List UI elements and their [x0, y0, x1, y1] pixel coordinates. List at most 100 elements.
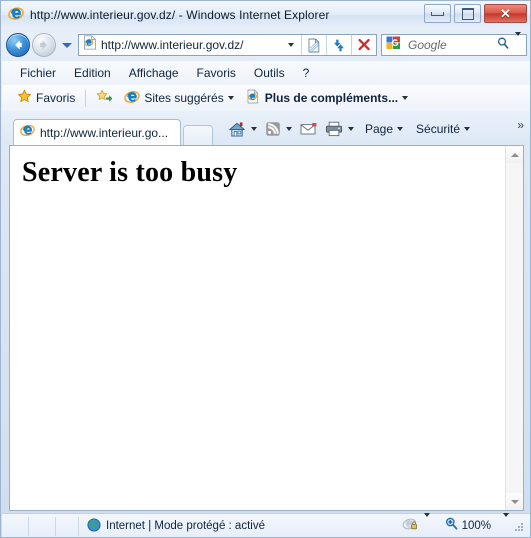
command-bar: Page Sécurité »: [225, 116, 530, 145]
close-icon: ✕: [500, 6, 511, 21]
menu-item-affichage[interactable]: Affichage: [120, 63, 188, 83]
page-viewport: Server is too busy: [9, 145, 524, 511]
window-title: http://www.interieur.gov.dz/ - Windows I…: [30, 8, 330, 22]
chevron-down-icon: [423, 513, 430, 534]
protected-mode-dropdown[interactable]: [423, 513, 430, 535]
magnifier-icon[interactable]: [491, 36, 515, 55]
page-menu-label: Page: [365, 122, 394, 136]
chevron-down-icon: [515, 32, 521, 53]
status-pane-2: [29, 516, 56, 536]
compatibility-view-icon: [308, 38, 320, 52]
scroll-down-button[interactable]: [506, 493, 523, 510]
add-to-favorites-icon: [96, 89, 113, 107]
home-icon[interactable]: [225, 121, 249, 138]
status-bar: Internet | Mode protégé : activé 100%: [2, 513, 530, 537]
ie-logo-icon: [20, 123, 35, 142]
menu-item-help[interactable]: ?: [294, 63, 319, 83]
chevron-up-icon: [510, 152, 519, 157]
title-bar: http://www.interieur.gov.dz/ - Windows I…: [1, 1, 530, 29]
search-provider-dropdown[interactable]: [515, 32, 526, 54]
close-button[interactable]: ✕: [484, 4, 527, 23]
maximize-icon: [461, 7, 474, 20]
rss-dropdown-button[interactable]: [285, 127, 296, 131]
browser-window: http://www.interieur.gov.dz/ - Windows I…: [0, 0, 531, 538]
forward-button[interactable]: [32, 33, 56, 57]
refresh-button[interactable]: [326, 35, 351, 55]
favorites-button[interactable]: Favoris: [11, 87, 81, 109]
tab-title: http://www.interieur.go...: [40, 125, 169, 140]
magnifier-plus-icon[interactable]: [444, 516, 459, 536]
forward-arrow-icon: [40, 40, 47, 50]
back-button[interactable]: [6, 33, 30, 57]
page-heading: Server is too busy: [22, 157, 238, 188]
ie-logo-icon: [124, 89, 141, 107]
star-icon: [17, 89, 32, 107]
maximize-button[interactable]: [454, 4, 481, 23]
chevron-down-icon: [397, 127, 404, 131]
recent-pages-dropdown[interactable]: [60, 39, 73, 52]
minimize-button[interactable]: [424, 4, 451, 23]
stop-button[interactable]: [351, 35, 376, 55]
suggested-sites-label: Sites suggérés: [144, 91, 224, 105]
window-controls: ✕: [424, 4, 527, 23]
chevron-down-icon: [510, 499, 519, 504]
suggested-sites-button[interactable]: Sites suggérés: [118, 87, 239, 109]
more-addons-button[interactable]: Plus de compléments...: [240, 87, 414, 109]
lock-icon[interactable]: [401, 516, 421, 537]
menu-item-edition[interactable]: Edition: [65, 63, 120, 83]
chevron-down-icon: [348, 127, 354, 131]
security-menu-label: Sécurité: [416, 122, 461, 136]
page-icon: [246, 89, 261, 107]
print-dropdown-button[interactable]: [347, 127, 358, 131]
address-dropdown-button[interactable]: [281, 43, 301, 47]
zoom-dropdown-button[interactable]: [503, 513, 509, 535]
scroll-up-button[interactable]: [506, 146, 523, 163]
back-arrow-icon: [15, 40, 22, 50]
status-pane-1: [2, 516, 29, 536]
page-menu-button[interactable]: Page: [359, 122, 409, 136]
refresh-icon: [334, 39, 344, 51]
new-tab-button[interactable]: [183, 125, 213, 145]
search-input[interactable]: [406, 35, 491, 55]
chevron-down-icon: [227, 96, 234, 100]
chevron-down-icon: [503, 513, 509, 534]
home-dropdown-button[interactable]: [250, 127, 261, 131]
printer-icon[interactable]: [322, 121, 346, 137]
page-content: Server is too busy: [10, 146, 505, 510]
chevron-down-icon: [288, 43, 294, 47]
chevron-down-icon: [402, 96, 409, 100]
security-zone-text: Internet | Mode protégé : activé: [106, 520, 265, 532]
menu-item-favoris[interactable]: Favoris: [188, 63, 245, 83]
favorites-label: Favoris: [36, 91, 76, 105]
minimize-icon: [431, 11, 444, 16]
divider: [85, 89, 87, 107]
chevron-down-icon: [464, 127, 471, 131]
mail-icon[interactable]: [297, 122, 321, 136]
address-bar[interactable]: http://www.interieur.gov.dz/: [78, 34, 377, 56]
more-addons-label: Plus de compléments...: [264, 91, 399, 105]
security-zone-indicator[interactable]: Internet | Mode protégé : activé: [79, 517, 265, 535]
compatibility-view-button[interactable]: [301, 35, 326, 55]
vertical-scrollbar[interactable]: [505, 146, 523, 510]
menu-item-fichier[interactable]: Fichier: [11, 63, 65, 83]
page-icon: [83, 35, 97, 55]
command-overflow-button[interactable]: »: [517, 116, 524, 132]
rss-feed-icon[interactable]: [262, 121, 284, 137]
tab-bar: http://www.interieur.go... Page Sécurité…: [2, 111, 530, 145]
address-url-text: http://www.interieur.gov.dz/: [101, 38, 244, 52]
status-right-group: 100%: [401, 513, 530, 537]
chevron-down-icon: [251, 127, 257, 131]
close-icon: [358, 38, 370, 51]
status-pane-3: [56, 516, 79, 536]
navigation-bar: http://www.interieur.gov.dz/: [1, 29, 530, 61]
security-menu-button[interactable]: Sécurité: [410, 122, 476, 136]
resize-grip-icon[interactable]: [515, 521, 525, 531]
tab-active[interactable]: http://www.interieur.go...: [13, 119, 181, 145]
menu-bar: Fichier Edition Affichage Favoris Outils…: [2, 61, 530, 85]
globe-icon: [87, 517, 101, 535]
search-box[interactable]: [381, 32, 527, 56]
menu-item-outils[interactable]: Outils: [245, 63, 294, 83]
zoom-level-label[interactable]: 100%: [462, 520, 491, 532]
favorites-add-button[interactable]: [90, 87, 118, 109]
chevron-down-icon: [286, 127, 292, 131]
